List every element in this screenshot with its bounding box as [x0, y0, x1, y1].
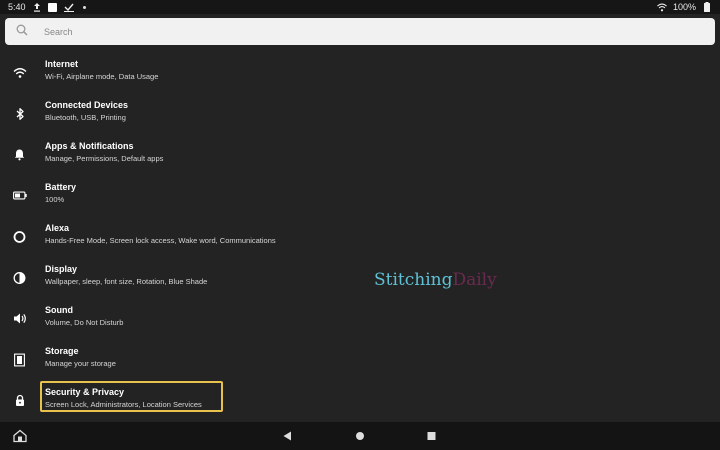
upload-icon: [32, 2, 42, 12]
settings-item-security-privacy[interactable]: Security & Privacy Screen Lock, Administ…: [0, 380, 720, 421]
settings-item-display[interactable]: Display Wallpaper, sleep, font size, Rot…: [0, 257, 720, 298]
status-time: 5:40: [8, 2, 26, 12]
display-icon: [12, 270, 27, 285]
settings-item-storage[interactable]: Storage Manage your storage: [0, 339, 720, 380]
navigation-bar: [0, 422, 720, 450]
bluetooth-icon: [12, 106, 27, 121]
settings-item-subtitle: Bluetooth, USB, Printing: [45, 113, 126, 122]
settings-item-subtitle: Manage your storage: [45, 359, 116, 368]
bell-icon: [12, 147, 27, 162]
settings-item-subtitle: Wi-Fi, Airplane mode, Data Usage: [45, 72, 159, 81]
settings-item-subtitle: Hands-Free Mode, Screen lock access, Wak…: [45, 236, 276, 245]
settings-item-title: Security & Privacy: [45, 387, 125, 397]
settings-item-title: Battery: [45, 182, 77, 192]
wifi-icon: [12, 65, 27, 80]
speaker-icon: [12, 311, 27, 326]
home-circle-icon[interactable]: [355, 431, 365, 441]
search-icon: [16, 23, 28, 41]
settings-item-title: Display: [45, 264, 78, 274]
settings-item-title: Alexa: [45, 223, 70, 233]
settings-item-subtitle: Screen Lock, Administrators, Location Se…: [45, 400, 202, 409]
settings-item-title: Apps & Notifications: [45, 141, 134, 151]
status-bar: 5:40 100%: [0, 0, 720, 14]
battery-status-icon: [702, 2, 712, 12]
lock-icon: [12, 393, 27, 408]
checkmark-icon: [63, 2, 74, 12]
settings-item-subtitle: Wallpaper, sleep, font size, Rotation, B…: [45, 277, 208, 286]
settings-item-subtitle: Volume, Do Not Disturb: [45, 318, 124, 327]
back-icon[interactable]: [283, 431, 292, 441]
settings-item-subtitle: Manage, Permissions, Default apps: [45, 154, 164, 163]
search-input[interactable]: [44, 26, 644, 37]
settings-item-title: Storage: [45, 346, 79, 356]
settings-item-title: Sound: [45, 305, 73, 315]
settings-item-battery[interactable]: Battery 100%: [0, 175, 720, 216]
watermark-part1: Stitching: [374, 270, 453, 290]
storage-icon: [12, 352, 27, 367]
notification-square-icon: [48, 2, 58, 12]
watermark-part2: Daily: [452, 270, 497, 290]
home-icon[interactable]: [13, 429, 27, 443]
status-bar-left: 5:40: [8, 2, 90, 12]
dot-icon: [80, 2, 90, 12]
settings-item-subtitle: 100%: [45, 195, 65, 204]
settings-item-internet[interactable]: Internet Wi-Fi, Airplane mode, Data Usag…: [0, 52, 720, 93]
battery-icon: [12, 188, 27, 203]
settings-item-apps-notifications[interactable]: Apps & Notifications Manage, Permissions…: [0, 134, 720, 175]
settings-item-title: Connected Devices: [45, 100, 129, 110]
settings-item-title: Internet: [45, 59, 79, 69]
settings-item-connected-devices[interactable]: Connected Devices Bluetooth, USB, Printi…: [0, 93, 720, 134]
alexa-icon: [12, 229, 27, 244]
search-bar[interactable]: [5, 18, 715, 45]
settings-list: Internet Wi-Fi, Airplane mode, Data Usag…: [0, 52, 720, 421]
battery-percent: 100%: [672, 2, 696, 12]
status-bar-right: 100%: [657, 2, 712, 12]
settings-item-sound[interactable]: Sound Volume, Do Not Disturb: [0, 298, 720, 339]
recents-icon[interactable]: [427, 432, 436, 441]
wifi-status-icon: [657, 2, 667, 12]
watermark: StitchingDaily: [374, 270, 497, 290]
settings-item-alexa[interactable]: Alexa Hands-Free Mode, Screen lock acces…: [0, 216, 720, 257]
